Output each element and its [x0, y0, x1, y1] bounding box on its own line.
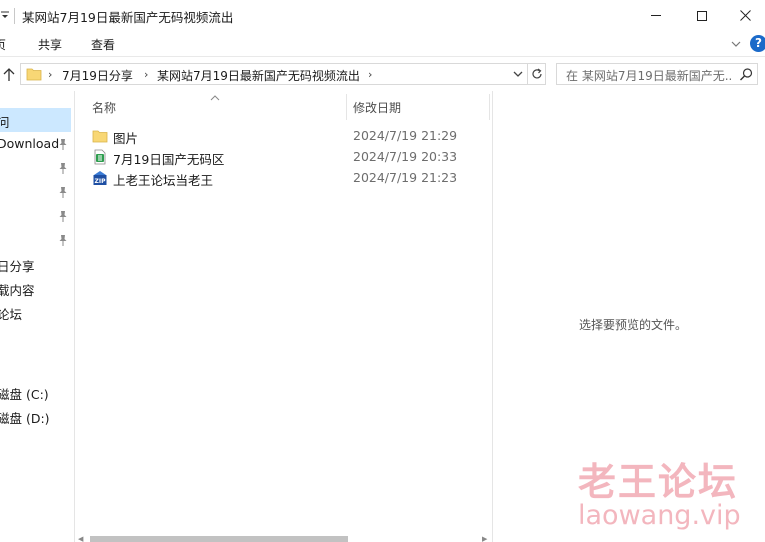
pin-icon: [59, 163, 67, 174]
table-row[interactable]: 7月19日国产无码区 2024/7/19 20:33: [90, 146, 480, 168]
breadcrumb-item[interactable]: 某网站7月19日最新国产无码视频流出: [157, 67, 360, 84]
help-icon[interactable]: ?: [750, 35, 765, 52]
ribbon-tabs: 页 共享 查看 ?: [0, 31, 765, 57]
sidebar-item-label: 磁盘 (C:): [0, 387, 49, 402]
folder-icon: [92, 130, 108, 143]
file-list: 名称 修改日期 图片 2024/7/19 21:29 7月19日国产无码区 20…: [76, 91, 492, 542]
column-header-name[interactable]: 名称: [92, 99, 116, 116]
spreadsheet-file-icon: [94, 149, 106, 165]
table-row[interactable]: ZIP 上老王论坛当老王 2024/7/19 21:23: [90, 167, 480, 189]
pin-icon: [59, 235, 67, 246]
sidebar-item-label: Download: [0, 136, 60, 151]
title-separator: [14, 8, 15, 24]
pin-icon: [59, 211, 67, 222]
column-divider[interactable]: [346, 94, 347, 120]
navigation-pane: 问 Download 日分享 载内容 论坛 磁盘 (C:) 磁盘 (D:): [0, 91, 75, 542]
breadcrumb-separator-icon[interactable]: ›: [368, 68, 372, 81]
sidebar-item-label: 日分享: [0, 259, 35, 274]
scrollbar-thumb[interactable]: [90, 536, 348, 542]
sidebar-item-drive-c[interactable]: 磁盘 (C:): [0, 380, 71, 404]
sidebar-item-label: 论坛: [0, 307, 23, 322]
pin-icon: [59, 187, 67, 198]
tab-view[interactable]: 查看: [91, 36, 115, 53]
sidebar-item-label: 问: [0, 112, 10, 131]
file-name: 7月19日国产无码区: [113, 152, 225, 167]
folder-icon: [26, 67, 42, 81]
sidebar-item-downloads[interactable]: 载内容: [0, 276, 71, 300]
minimize-icon: [651, 15, 661, 16]
sidebar-item-pinned[interactable]: [0, 204, 71, 228]
watermark-text: 老王论坛: [578, 460, 739, 504]
maximize-icon: [697, 10, 707, 21]
sidebar-item-forum[interactable]: 论坛: [0, 300, 71, 324]
file-date: 2024/7/19 20:33: [353, 149, 458, 164]
scroll-left-icon[interactable]: ◀: [78, 535, 83, 542]
file-date: 2024/7/19 21:29: [353, 128, 458, 143]
sidebar-item-pinned[interactable]: [0, 228, 71, 252]
column-header-modified[interactable]: 修改日期: [353, 99, 401, 116]
search-input[interactable]: 在 某网站7月19日最新国产无...: [556, 63, 758, 85]
column-divider[interactable]: [489, 94, 490, 120]
window-title: 某网站7月19日最新国产无码视频流出: [22, 10, 234, 25]
minimize-button[interactable]: [633, 0, 679, 31]
table-row[interactable]: 图片 2024/7/19 21:29: [90, 125, 480, 147]
sidebar-item-drive-d[interactable]: 磁盘 (D:): [0, 404, 71, 428]
breadcrumb-separator-icon[interactable]: ›: [144, 68, 148, 81]
sort-ascending-icon: [208, 91, 222, 101]
close-icon: [739, 10, 751, 21]
sidebar-item-download[interactable]: Download: [0, 132, 71, 156]
close-button[interactable]: [725, 0, 765, 31]
breadcrumb-item[interactable]: 7月19日分享: [62, 67, 133, 84]
title-bar: 某网站7月19日最新国产无码视频流出: [0, 0, 765, 31]
file-name: 图片: [113, 131, 139, 146]
chevron-down-icon[interactable]: [729, 37, 743, 51]
refresh-icon: [531, 68, 542, 79]
navigation-bar: › 7月19日分享 › 某网站7月19日最新国产无码视频流出 › 在 某网站7月…: [0, 57, 765, 91]
up-arrow-icon[interactable]: [2, 66, 16, 82]
horizontal-scrollbar[interactable]: ◀ ▶: [76, 535, 492, 542]
sidebar-item-label: 磁盘 (D:): [0, 411, 50, 426]
sidebar-item-share-folder[interactable]: 日分享: [0, 252, 71, 276]
sidebar-item-label: 载内容: [0, 283, 35, 298]
refresh-button[interactable]: [528, 63, 546, 85]
tab-share[interactable]: 共享: [38, 36, 62, 53]
sidebar-item-quick-access[interactable]: 问: [0, 108, 71, 132]
sidebar-item-pinned[interactable]: [0, 180, 71, 204]
pin-icon: [59, 139, 67, 150]
sidebar-item-pinned[interactable]: [0, 156, 71, 180]
scroll-right-icon[interactable]: ▶: [482, 535, 487, 542]
maximize-button[interactable]: [679, 0, 725, 31]
file-name: 上老王论坛当老王: [113, 173, 214, 188]
search-placeholder: 在 某网站7月19日最新国产无...: [566, 69, 731, 83]
breadcrumb-separator-icon[interactable]: ›: [48, 68, 52, 81]
preview-empty-text: 选择要预览的文件。: [579, 318, 688, 332]
search-icon[interactable]: [739, 67, 754, 82]
tab-page[interactable]: 页: [0, 36, 6, 53]
address-bar[interactable]: › 7月19日分享 › 某网站7月19日最新国产无码视频流出 ›: [20, 63, 528, 85]
watermark-url: laowang.vip: [578, 500, 741, 531]
chevron-down-icon[interactable]: [511, 67, 525, 81]
zip-file-icon: ZIP: [93, 171, 107, 185]
file-date: 2024/7/19 21:23: [353, 170, 458, 185]
quick-access-dropdown-icon[interactable]: [0, 9, 10, 23]
svg-text:ZIP: ZIP: [95, 178, 107, 185]
